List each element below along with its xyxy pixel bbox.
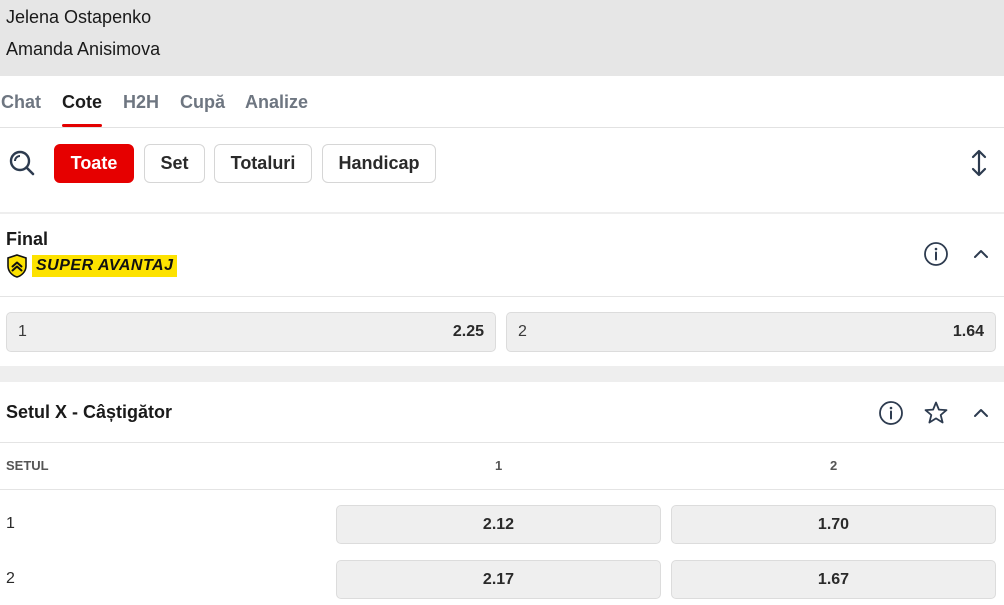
market-title: Setul X - Câștigător bbox=[6, 402, 173, 422]
expand-collapse-icon[interactable] bbox=[966, 148, 992, 178]
odd-value: 1.64 bbox=[952, 323, 984, 340]
active-tab-indicator bbox=[62, 124, 102, 127]
filter-chip-toate[interactable]: Toate bbox=[54, 144, 134, 183]
tab-chat[interactable]: Chat bbox=[1, 92, 41, 113]
player-1-name: Jelena Ostapenko bbox=[6, 7, 152, 27]
tab-cupa[interactable]: Cupă bbox=[180, 92, 225, 113]
tab-h2h[interactable]: H2H bbox=[123, 92, 159, 113]
odd-button-1[interactable]: 1 2.25 bbox=[6, 312, 496, 352]
tab-bar: Chat Cote H2H Cupă Analize bbox=[0, 76, 1004, 128]
set-row-label: 1 bbox=[6, 515, 15, 532]
search-icon[interactable] bbox=[6, 147, 38, 179]
filter-chip-set[interactable]: Set bbox=[144, 144, 205, 183]
market-set-winner: Setul X - Câștigător SETUL 1 2 1 2.12 1.… bbox=[0, 382, 1004, 605]
column-header-1: 1 bbox=[495, 458, 503, 473]
odd-cell[interactable]: 2.12 bbox=[336, 505, 661, 544]
filter-chip-handicap[interactable]: Handicap bbox=[322, 144, 436, 183]
info-icon[interactable] bbox=[922, 240, 950, 268]
column-header-2: 2 bbox=[830, 458, 838, 473]
odd-button-2[interactable]: 2 1.64 bbox=[506, 312, 996, 352]
market-final: Final SUPER AVANTAJ 1 2.25 2 1.64 bbox=[0, 214, 1004, 366]
chevron-up-icon[interactable] bbox=[967, 240, 995, 268]
column-header-setul: SETUL bbox=[6, 458, 49, 473]
section-separator bbox=[0, 366, 1004, 382]
star-icon[interactable] bbox=[922, 399, 950, 427]
shield-icon bbox=[7, 254, 27, 278]
set-row-label: 2 bbox=[6, 570, 15, 587]
odd-label: 2 bbox=[518, 323, 527, 340]
odd-cell[interactable]: 1.67 bbox=[671, 560, 996, 599]
player-2-name: Amanda Anisimova bbox=[6, 39, 161, 59]
filter-bar: Toate Set Totaluri Handicap bbox=[0, 128, 1004, 212]
info-icon[interactable] bbox=[877, 399, 905, 427]
divider bbox=[0, 489, 1004, 490]
super-avantaj-badge: SUPER AVANTAJ bbox=[6, 254, 178, 278]
tab-cote[interactable]: Cote bbox=[62, 92, 102, 113]
tab-analize[interactable]: Analize bbox=[245, 92, 308, 113]
odd-cell[interactable]: 1.70 bbox=[671, 505, 996, 544]
market-title: Final bbox=[6, 229, 49, 249]
odd-label: 1 bbox=[18, 323, 27, 340]
divider bbox=[0, 296, 1004, 297]
odd-cell[interactable]: 2.17 bbox=[336, 560, 661, 599]
filter-chip-totaluri[interactable]: Totaluri bbox=[214, 144, 312, 183]
match-header: Jelena Ostapenko Amanda Anisimova bbox=[0, 0, 1004, 76]
odd-value: 2.25 bbox=[452, 323, 484, 340]
divider bbox=[0, 442, 1004, 443]
badge-label: SUPER AVANTAJ bbox=[32, 255, 178, 277]
chevron-up-icon[interactable] bbox=[967, 399, 995, 427]
